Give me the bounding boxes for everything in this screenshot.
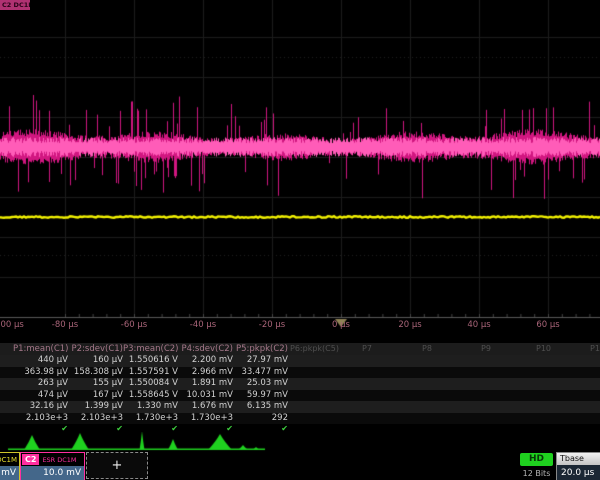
cell: 363.98 µV	[13, 367, 68, 379]
cell: 155 µV	[68, 378, 123, 390]
axis-tick-label: -20 µs	[259, 320, 285, 330]
cell: 1.399 µV	[68, 401, 123, 413]
cell: 33.477 mV	[233, 367, 288, 379]
cell: 1.550084 V	[123, 378, 178, 390]
cell: 2.966 mV	[178, 367, 233, 379]
cell: 32.16 µV	[13, 401, 68, 413]
measure-table: P1:mean(C1) P2:sdev(C1) P3:mean(C2) P4:s…	[0, 343, 600, 433]
c1-descriptor-box[interactable]: DC1M 20.0 mV	[0, 452, 20, 480]
cell: 1.676 mV	[178, 401, 233, 413]
param-header-p4[interactable]: P4:sdev(C2)	[178, 343, 233, 355]
param-header-p3[interactable]: P3:mean(C2)	[123, 343, 178, 355]
table-row-value: 440 µV 160 µV 1.550616 V 2.200 mV 27.97 …	[0, 355, 600, 367]
axis-tick-label: 40 µs	[467, 320, 490, 330]
c2-filter-label: ESR	[42, 456, 55, 464]
cell: 160 µV	[68, 355, 123, 367]
measure-table-header: P1:mean(C1) P2:sdev(C1) P3:mean(C2) P4:s…	[0, 343, 600, 355]
table-row-mean: 363.98 µV 158.308 µV 1.557591 V 2.966 mV…	[0, 367, 600, 379]
cell: 1.330 mV	[123, 401, 178, 413]
c1-scale-value: 20.0 mV	[0, 466, 19, 480]
param-header-p10[interactable]: P10	[536, 343, 551, 355]
cell: 474 µV	[13, 390, 68, 402]
c2-channel-chip: C2	[22, 454, 39, 465]
param-header-p8[interactable]: P8	[422, 343, 432, 355]
param-header-p2[interactable]: P2:sdev(C1)	[68, 343, 123, 355]
axis-tick-label: 20 µs	[398, 320, 421, 330]
hd-mode-badge[interactable]: HD	[520, 453, 553, 466]
c2-descriptor-box[interactable]: C2 ESR DC1M 10.0 mV	[20, 452, 85, 480]
axis-tick-label: 0 µs	[332, 320, 350, 330]
cell: 2.103e+3	[68, 413, 123, 425]
param-header-p7[interactable]: P7	[362, 343, 372, 355]
cell: 1.558645 V	[123, 390, 178, 402]
param-header-p1[interactable]: P1:mean(C1)	[13, 343, 68, 355]
add-trace-button[interactable]: +	[86, 452, 148, 479]
c1-coupling-label: DC1M	[0, 453, 19, 466]
c2-coupling-label: DC1M	[57, 456, 76, 464]
plus-icon: +	[112, 458, 123, 473]
resolution-label: 12 Bits	[514, 469, 559, 478]
axis-tick-label: -100 µs	[0, 320, 24, 330]
param-header-p6[interactable]: P6:pkpk(C5)	[290, 343, 339, 355]
cell: 292	[233, 413, 288, 425]
cell: 440 µV	[13, 355, 68, 367]
timebase-scale-value: 20.0 µs	[557, 465, 600, 480]
timebase-box[interactable]: Tbase 20.0 µs	[556, 452, 600, 480]
param-header-p9[interactable]: P9	[481, 343, 491, 355]
axis-tick-label: -40 µs	[190, 320, 216, 330]
cell: 2.200 mV	[178, 355, 233, 367]
cell: 167 µV	[68, 390, 123, 402]
waveform-canvas[interactable]	[0, 0, 600, 334]
cell: 1.550616 V	[123, 355, 178, 367]
cell: 263 µV	[13, 378, 68, 390]
cell: 10.031 mV	[178, 390, 233, 402]
table-row-min: 263 µV 155 µV 1.550084 V 1.891 mV 25.03 …	[0, 378, 600, 390]
cell: 1.730e+3	[178, 413, 233, 425]
cell: 158.308 µV	[68, 367, 123, 379]
timebase-title: Tbase	[557, 453, 600, 465]
oscilloscope-screen: C2 DC1M -100 µs -80 µs -60 µs -40 µs -20…	[0, 0, 600, 480]
table-row-num: 2.103e+3 2.103e+3 1.730e+3 1.730e+3 292	[0, 413, 600, 425]
axis-tick-label: -80 µs	[52, 320, 78, 330]
cell: 1.730e+3	[123, 413, 178, 425]
c2-scale-value: 10.0 mV	[21, 466, 84, 480]
cell: 6.135 mV	[233, 401, 288, 413]
cell: 59.97 mV	[233, 390, 288, 402]
param-header-p5[interactable]: P5:pkpk(C2)	[233, 343, 288, 355]
cell: 27.97 mV	[233, 355, 288, 367]
table-row-max: 474 µV 167 µV 1.558645 V 10.031 mV 59.97…	[0, 390, 600, 402]
c2-top-label: C2 DC1M	[0, 0, 30, 10]
histogram-trace-canvas[interactable]	[0, 432, 600, 452]
cell: 25.03 mV	[233, 378, 288, 390]
cell: 2.103e+3	[13, 413, 68, 425]
axis-tick-label: 60 µs	[536, 320, 559, 330]
table-row-sdev: 32.16 µV 1.399 µV 1.330 mV 1.676 mV 6.13…	[0, 401, 600, 413]
param-header-p11[interactable]: P11	[590, 343, 600, 355]
cell: 1.557591 V	[123, 367, 178, 379]
axis-tick-label: -60 µs	[121, 320, 147, 330]
cell: 1.891 mV	[178, 378, 233, 390]
